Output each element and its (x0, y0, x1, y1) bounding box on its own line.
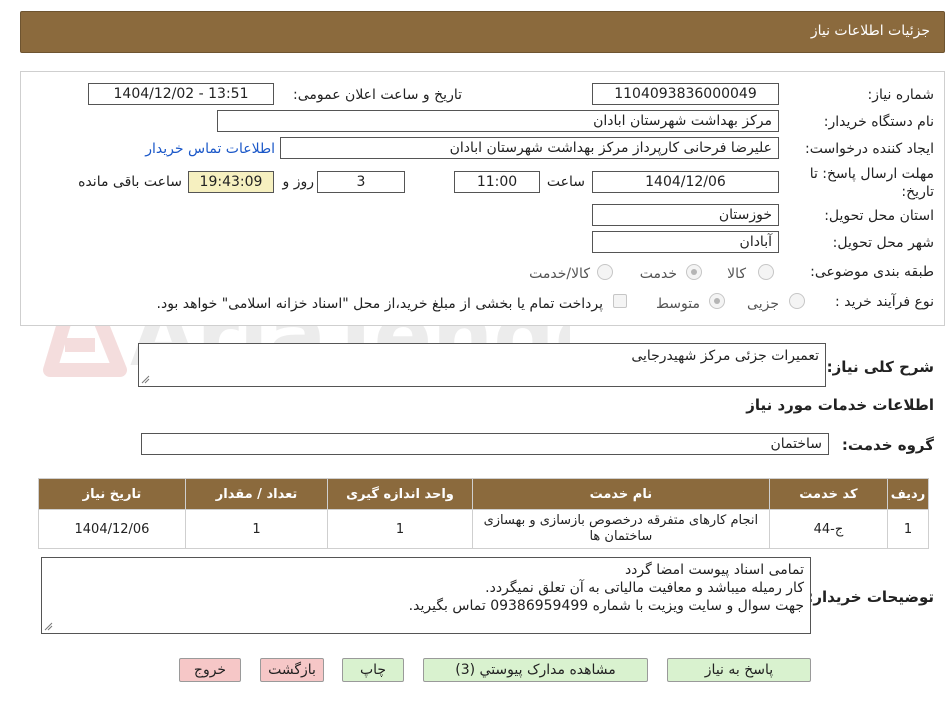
summary-textarea[interactable]: تعمیرات جزئی مرکز شهیدرجایی (138, 343, 826, 387)
remaining-time-label: ساعت باقی مانده (78, 174, 182, 190)
service-group-label: گروه خدمت: (841, 436, 934, 454)
resize-grip-icon[interactable] (44, 622, 53, 631)
treasury-payment-note: پرداخت تمام یا بخشی از مبلغ خرید،از محل … (156, 296, 603, 312)
service-group-field: ساختمان (141, 433, 829, 455)
process-medium-radio[interactable] (709, 293, 725, 309)
category-service-radio[interactable] (686, 264, 702, 280)
deadline-time-field: 11:00 (454, 171, 540, 193)
category-label: طبقه بندی موضوعی: (810, 264, 934, 280)
city-label: شهر محل تحویل: (832, 235, 934, 251)
category-goods-service-label: کالا/خدمت (529, 266, 590, 282)
cell-code: ج-44 (768, 509, 888, 549)
services-table: ردیف کد خدمت نام خدمت واحد اندازه گیری ت… (38, 478, 930, 549)
announce-datetime-field: 1404/12/02 - 13:51 (88, 83, 274, 105)
resize-grip-icon[interactable] (141, 375, 150, 384)
summary-text: تعمیرات جزئی مرکز شهیدرجایی (631, 348, 819, 364)
requester-label: ایجاد کننده درخواست: (805, 141, 934, 157)
reply-button[interactable]: پاسخ به نیاز (667, 658, 811, 682)
buyer-contact-link[interactable]: اطلاعات تماس خریدار (145, 141, 275, 157)
category-goods-service-radio[interactable] (597, 264, 613, 280)
col-row-header: ردیف (886, 478, 930, 510)
exit-button[interactable]: خروج (179, 658, 241, 682)
cell-date: 1404/12/06 (38, 509, 186, 549)
table-row: 1 ج-44 انجام کارهای متفرقه درخصوص بازساز… (38, 509, 930, 549)
province-field: خوزستان (592, 204, 779, 226)
print-button[interactable]: چاپ (342, 658, 404, 682)
col-date-header: تاریخ نیاز (38, 478, 186, 510)
cell-row: 1 (886, 509, 930, 549)
deadline-date-label: تاریخ: (901, 184, 934, 200)
category-service-label: خدمت (639, 266, 677, 282)
buyer-org-label: نام دستگاه خریدار: (823, 114, 934, 130)
need-number-label: شماره نیاز: (867, 87, 935, 103)
announce-datetime-label: تاریخ و ساعت اعلان عمومی: (293, 87, 462, 103)
buyer-org-field: مرکز بهداشت شهرستان ابادان (217, 110, 779, 132)
services-section-title: اطلاعات خدمات مورد نیاز (746, 396, 934, 414)
process-minor-radio[interactable] (789, 293, 805, 309)
requester-field: علیرضا فرحانی کارپرداز مرکز بهداشت شهرست… (280, 137, 779, 159)
col-unit-header: واحد اندازه گیری (327, 478, 473, 510)
cell-name: انجام کارهای متفرقه درخصوص بازسازی و بهس… (471, 509, 770, 549)
process-medium-label: متوسط (656, 296, 700, 312)
deadline-time-label: ساعت (546, 174, 585, 190)
province-label: استان محل تحویل: (824, 208, 934, 224)
buyer-notes-textarea[interactable]: تمامی اسناد پیوست امضا گردد کار رمیله می… (41, 557, 811, 634)
buyer-notes-label: توضیحات خریدار: (807, 588, 934, 606)
col-name-header: نام خدمت (471, 478, 770, 510)
city-field: آبادان (592, 231, 779, 253)
deadline-date-field: 1404/12/06 (592, 171, 779, 193)
view-attachments-button[interactable]: مشاهده مدارک پیوستي (3) (423, 658, 648, 682)
buyer-note-line: تمامی اسناد پیوست امضا گردد (624, 562, 804, 578)
category-goods-label: کالا (727, 266, 746, 282)
treasury-payment-checkbox[interactable] (613, 294, 627, 308)
buyer-note-line: کار رمیله میباشد و معافیت مالیاتی به آن … (485, 580, 804, 596)
col-qty-header: تعداد / مقدار (184, 478, 329, 510)
page-header: جزئیات اطلاعات نیاز (20, 11, 945, 53)
need-number-field: 1104093836000049 (592, 83, 779, 105)
deadline-label: مهلت ارسال پاسخ: تا (809, 166, 934, 182)
page-title: جزئیات اطلاعات نیاز (810, 23, 930, 39)
back-button[interactable]: بازگشت (260, 658, 324, 682)
remaining-time-field: 19:43:09 (188, 171, 274, 193)
remaining-days-field: 3 (317, 171, 405, 193)
buyer-note-line: جهت سوال و سایت ویزیت با شماره 093869594… (408, 598, 804, 614)
category-goods-radio[interactable] (758, 264, 774, 280)
col-code-header: کد خدمت (768, 478, 888, 510)
days-label: روز و (282, 174, 315, 190)
summary-label: شرح کلی نیاز: (826, 358, 934, 376)
cell-unit: 1 (327, 509, 473, 549)
table-header-row: ردیف کد خدمت نام خدمت واحد اندازه گیری ت… (38, 478, 930, 510)
process-minor-label: جزیی (747, 296, 779, 312)
cell-qty: 1 (184, 509, 329, 549)
purchase-process-label: نوع فرآیند خرید : (835, 294, 934, 310)
